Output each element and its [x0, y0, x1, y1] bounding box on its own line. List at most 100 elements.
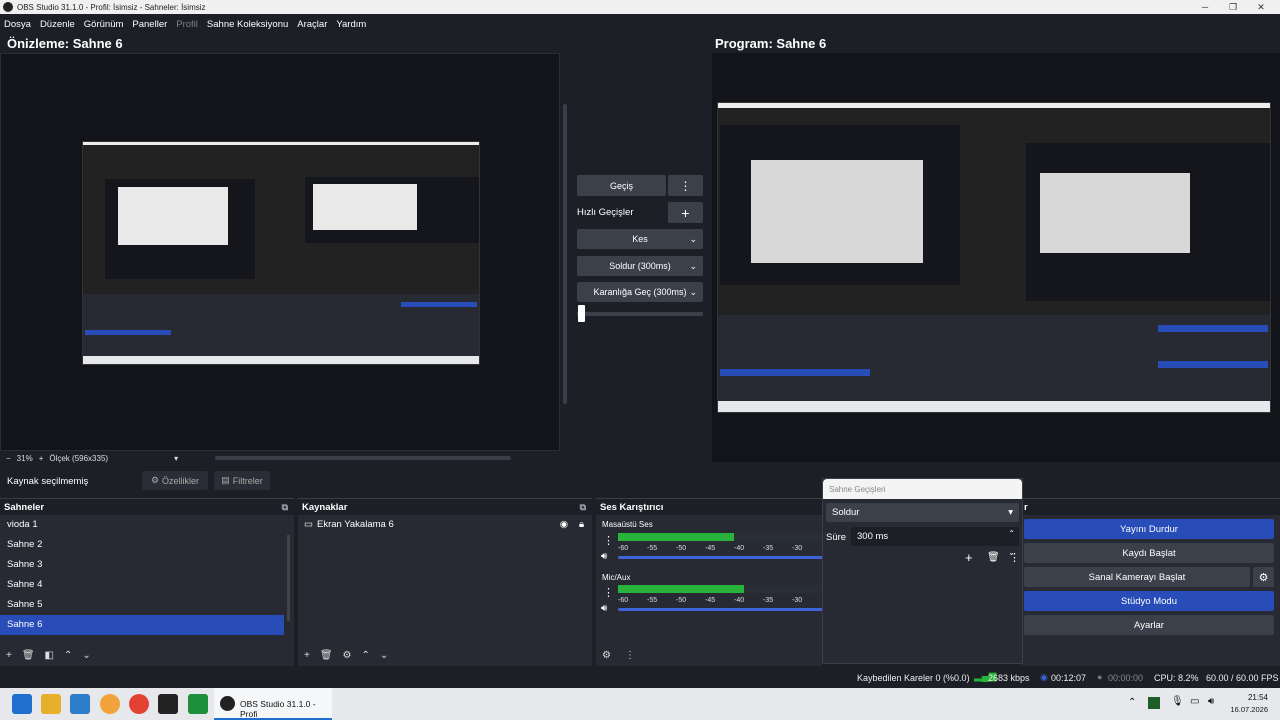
scene-item-selected[interactable]: Sahne 6 [0, 615, 284, 635]
filter-icon[interactable]: ◧ [45, 650, 54, 661]
chevron-down-icon: ⌄ [689, 260, 697, 271]
stop-stream-button[interactable]: Yayını Durdur [1024, 519, 1274, 539]
scenes-scrollbar[interactable] [287, 535, 290, 621]
menu-view[interactable]: Görünüm [84, 19, 124, 30]
scale-dropdown-icon[interactable]: ▾ [174, 454, 178, 463]
eye-icon[interactable]: ◉ [560, 515, 568, 535]
close-button[interactable]: ✕ [1246, 0, 1276, 14]
more-icon[interactable]: ⋮ [1009, 551, 1020, 564]
obs-taskbar-button[interactable]: OBS Studio 31.1.0 - Profi [214, 688, 332, 720]
add-icon[interactable]: + [304, 650, 310, 661]
photos-icon[interactable] [70, 694, 90, 714]
obs-logo-icon [3, 2, 13, 12]
volume-slider-desktop[interactable] [618, 556, 822, 559]
app-icon[interactable] [188, 694, 208, 714]
arrow-down-icon[interactable]: ⌄ [82, 650, 90, 661]
mixer-settings-icon[interactable]: ⚙ [602, 650, 611, 661]
preview-hscroll[interactable] [215, 456, 511, 460]
virtual-camera-button[interactable]: Sanal Kamerayı Başlat [1024, 567, 1250, 587]
gear-icon[interactable]: ⚙ [343, 650, 352, 661]
bitrate: 2683 kbps [988, 673, 1030, 683]
menu-help[interactable]: Yardım [336, 19, 366, 30]
scene-item[interactable]: Sahne 5 [0, 595, 284, 615]
mixer-menu-icon[interactable]: ⋮ [625, 650, 635, 661]
network-icon[interactable]: ▭ [1190, 696, 1199, 707]
filters-button[interactable]: ▤ Filtreler [214, 471, 270, 490]
volume-icon[interactable]: 🔊︎ [1208, 696, 1214, 707]
zoom-out-button[interactable]: − [6, 454, 11, 463]
volume-slider-mic[interactable] [618, 608, 822, 611]
add-icon[interactable]: + [6, 650, 12, 661]
dropdown-arrow-icon: ▾ [1008, 507, 1013, 518]
arrow-down-icon[interactable]: ⌄ [380, 650, 388, 661]
chrome-icon[interactable] [129, 694, 149, 714]
chevron-down-icon: ⌄ [689, 233, 697, 244]
search-icon[interactable] [100, 694, 120, 714]
arrow-up-icon[interactable]: ⌃ [64, 650, 72, 661]
no-source-label: Kaynak seçilmemiş [7, 476, 89, 487]
menu-tools[interactable]: Araçlar [297, 19, 327, 30]
meter-tick-label: -55 [647, 597, 658, 604]
clock-time[interactable]: 21:54 [1224, 693, 1268, 702]
tbar-slider[interactable] [577, 312, 703, 316]
menu-profile[interactable]: Profil [176, 19, 198, 30]
arrow-up-icon[interactable]: ⌃ [362, 650, 370, 661]
microphone-icon[interactable]: 🎙︎ [1171, 696, 1184, 707]
speaker-icon[interactable]: 🔊︎ [601, 551, 607, 562]
tray-chevron-icon[interactable]: ⌃ [1128, 697, 1136, 708]
channel-menu-icon[interactable]: ⋮ [603, 534, 614, 547]
quick-transition-fade-black[interactable]: Karanlığa Geç (300ms) ⌄ [577, 282, 703, 302]
clock-date[interactable]: 16.07.2026 [1224, 705, 1268, 714]
meter-tick-label: -40 [734, 545, 745, 552]
scene-item[interactable]: Sahne 3 [0, 555, 284, 575]
start-icon[interactable] [12, 694, 32, 714]
tbar-handle[interactable] [578, 305, 585, 322]
start-record-button[interactable]: Kaydı Başlat [1024, 543, 1274, 563]
lock-icon[interactable]: 🔒︎ [579, 515, 584, 535]
program-screenshot [717, 102, 1271, 413]
studio-mode-button[interactable]: Stüdyo Modu [1024, 591, 1274, 611]
quick-transitions-label: Hızlı Geçişler [577, 207, 634, 218]
quick-transition-fade[interactable]: Soldur (300ms) ⌄ [577, 256, 703, 276]
trash-icon[interactable]: 🗑 [987, 552, 1000, 563]
scene-item[interactable]: Sahne 4 [0, 575, 284, 595]
tray-app-icon[interactable] [1148, 697, 1160, 709]
source-item[interactable]: ▭ Ekran Yakalama 6 ◉ 🔒︎ [298, 515, 592, 535]
terminal-icon[interactable] [158, 694, 178, 714]
minimize-button[interactable]: ─ [1190, 0, 1220, 14]
add-icon[interactable]: + [965, 550, 973, 565]
sources-title: Kaynaklar [302, 501, 348, 513]
dock-float-icon[interactable]: ⧉ [580, 502, 586, 513]
file-explorer-icon[interactable] [41, 694, 61, 714]
transition-select[interactable]: Soldur ▾ [826, 503, 1019, 522]
mixer-title: Ses Karıştırıcı [600, 501, 664, 513]
menu-file[interactable]: Dosya [4, 19, 31, 30]
virtual-camera-gear-icon[interactable]: ⚙ [1253, 567, 1274, 587]
settings-button[interactable]: Ayarlar [1024, 615, 1274, 635]
zoom-in-button[interactable]: + [39, 454, 44, 463]
monitor-icon: ▭ [304, 519, 313, 530]
channel-menu-icon[interactable]: ⋮ [603, 586, 614, 599]
menu-edit[interactable]: Düzenle [40, 19, 75, 30]
properties-button[interactable]: ⚙ Özellikler [142, 471, 208, 490]
record-time: 00:00:00 [1108, 673, 1144, 683]
quick-transition-cut[interactable]: Kes ⌄ [577, 229, 703, 249]
scene-item[interactable]: Sahne 2 [0, 535, 284, 555]
menu-scene-collection[interactable]: Sahne Koleksiyonu [207, 19, 288, 30]
preview-canvas[interactable] [0, 53, 567, 451]
transition-more-icon[interactable]: ⋮ [668, 175, 703, 196]
menu-docks[interactable]: Paneller [132, 19, 167, 30]
duration-spinbox[interactable]: 300 ms ⌃ ⌄ [851, 527, 1019, 557]
obs-icon [220, 696, 235, 711]
fps: 60.00 / 60.00 FPS [1206, 673, 1279, 683]
add-quick-transition-icon[interactable]: + [668, 202, 703, 223]
menu-bar: Dosya Düzenle Görünüm Paneller Profil Sa… [0, 14, 1280, 34]
trash-icon[interactable]: 🗑 [320, 650, 333, 661]
dock-float-icon[interactable]: ⧉ [282, 502, 288, 513]
transition-button[interactable]: Geçiş [577, 175, 666, 196]
speaker-icon[interactable]: 🔊︎ [601, 603, 607, 614]
trash-icon[interactable]: 🗑 [22, 650, 35, 661]
maximize-button[interactable]: ❐ [1218, 0, 1248, 14]
scene-item[interactable]: vioda 1 [0, 515, 284, 535]
program-title: Program: Sahne 6 [715, 36, 827, 51]
